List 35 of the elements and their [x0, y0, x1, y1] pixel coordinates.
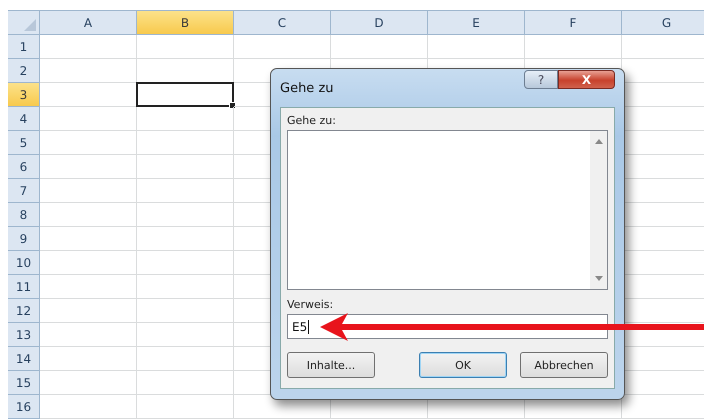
- row-header[interactable]: 16: [8, 395, 40, 419]
- dialog-button[interactable]: Abbrechen: [520, 352, 608, 378]
- column-header[interactable]: D: [331, 11, 428, 35]
- select-all-icon[interactable]: [24, 19, 36, 31]
- reference-label: Verweis:: [287, 298, 334, 311]
- scrollbar[interactable]: [590, 131, 607, 289]
- column-header[interactable]: A: [40, 11, 137, 35]
- row-header[interactable]: 14: [8, 347, 40, 371]
- row-header[interactable]: 3: [8, 83, 40, 107]
- close-button[interactable]: X: [558, 70, 615, 89]
- scroll-down-icon[interactable]: [594, 276, 602, 281]
- row-header[interactable]: 7: [8, 179, 40, 203]
- row-header[interactable]: 4: [8, 107, 40, 131]
- column-header[interactable]: C: [234, 11, 331, 35]
- row-header[interactable]: 15: [8, 371, 40, 395]
- row-header[interactable]: 11: [8, 275, 40, 299]
- row-header[interactable]: 6: [8, 155, 40, 179]
- list-label: Gehe zu:: [287, 114, 337, 127]
- column-header[interactable]: E: [428, 11, 525, 35]
- row-header[interactable]: 12: [8, 299, 40, 323]
- row-header[interactable]: 9: [8, 227, 40, 251]
- help-button[interactable]: ?: [524, 70, 558, 89]
- scroll-up-icon[interactable]: [594, 139, 602, 144]
- column-header[interactable]: G: [622, 11, 704, 35]
- window-title: Gehe zu: [280, 80, 334, 96]
- row-header[interactable]: 1: [8, 35, 40, 59]
- dialog-button[interactable]: Inhalte...: [287, 352, 375, 378]
- ok-button[interactable]: OK: [419, 352, 507, 378]
- row-header[interactable]: 10: [8, 251, 40, 275]
- row-header[interactable]: 5: [8, 131, 40, 155]
- row-header[interactable]: 13: [8, 323, 40, 347]
- row-header[interactable]: 8: [8, 203, 40, 227]
- row-header[interactable]: 2: [8, 59, 40, 83]
- column-header[interactable]: B: [137, 11, 234, 35]
- column-header[interactable]: F: [525, 11, 622, 35]
